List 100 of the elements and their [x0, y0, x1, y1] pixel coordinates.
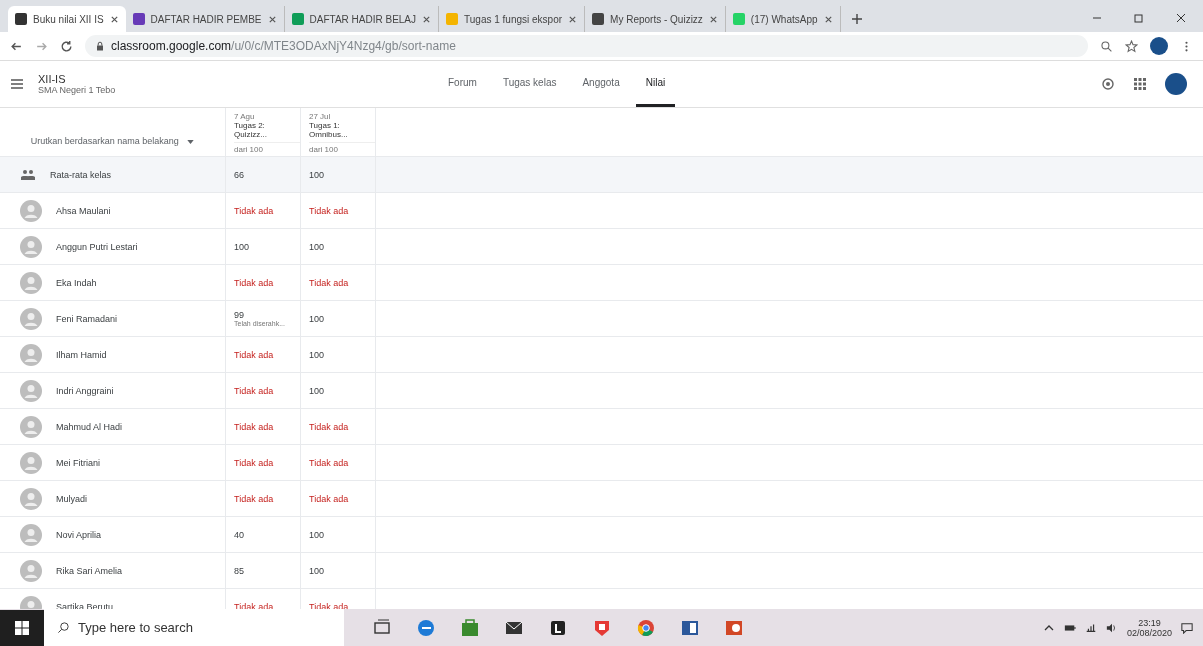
grade-value[interactable]: 85 [234, 565, 300, 576]
assignment-points: dari 100 [234, 142, 300, 154]
student-name[interactable]: Novi Aprilia [56, 529, 102, 540]
browser-tab[interactable]: Buku nilai XII IS [8, 6, 126, 32]
avatar-icon [20, 271, 42, 294]
class-subtitle: SMA Negeri 1 Tebo [38, 85, 117, 95]
nav-tab[interactable]: Forum [438, 61, 487, 107]
people-icon [20, 168, 36, 181]
student-name[interactable]: Anggun Putri Lestari [56, 241, 138, 252]
student-name[interactable]: Mei Fitriani [56, 457, 100, 468]
missing-grade[interactable]: Tidak ada [234, 493, 300, 504]
missing-grade[interactable]: Tidak ada [309, 457, 375, 468]
student-name[interactable]: Indri Anggraini [56, 385, 114, 396]
favicon-icon [15, 13, 27, 25]
avatar-icon [20, 415, 42, 438]
edge-browser-icon[interactable] [416, 617, 436, 638]
student-name[interactable]: Mahmud Al Hadi [56, 421, 123, 432]
browser-tab[interactable]: DAFTAR HADIR PEMBE [125, 6, 285, 32]
speaker-icon[interactable] [1105, 621, 1118, 634]
taskbar-search-field[interactable]: Type here to search [44, 609, 344, 646]
student-name[interactable]: Feni Ramadani [56, 313, 118, 324]
missing-grade[interactable]: Tidak ada [234, 349, 300, 360]
favicon-icon [446, 13, 459, 25]
assignment-title[interactable]: Tugas 2: Quizizz... [234, 121, 284, 139]
missing-grade[interactable]: Tidak ada [234, 457, 300, 468]
clock-date[interactable]: 02/08/2020 [1126, 627, 1172, 638]
missing-grade[interactable]: Tidak ada [234, 277, 300, 288]
student-name[interactable]: Mulyadi [56, 493, 87, 504]
address-bar[interactable]: classroom.google.com/u/0/c/MTE3ODAxNjY4Nzg4/gb/sort-name [85, 35, 1088, 57]
missing-grade[interactable]: Tidak ada [309, 205, 375, 216]
settings-icon[interactable] [1101, 77, 1115, 91]
student-name[interactable]: Rika Sari Amelia [56, 565, 123, 576]
grade-value[interactable]: 40 [234, 529, 300, 540]
missing-grade[interactable]: Tidak ada [234, 205, 300, 216]
close-icon[interactable] [708, 14, 718, 24]
browser-tab[interactable]: DAFTAR HADIR BELAJ [284, 6, 440, 32]
avatar-icon [20, 235, 42, 258]
new-tab-icon[interactable] [850, 13, 863, 25]
grade-value[interactable]: 99 [234, 310, 300, 320]
grade-value[interactable]: 100 [309, 565, 375, 576]
close-icon[interactable] [267, 14, 277, 24]
sort-dropdown[interactable]: Urutkan berdasarkan nama belakang [30, 136, 195, 146]
missing-grade[interactable]: Tidak ada [309, 277, 375, 288]
menu-icon[interactable] [10, 78, 24, 90]
profile-avatar[interactable] [1165, 73, 1187, 95]
favicon-icon [592, 13, 605, 25]
nav-tab[interactable]: Tugas kelas [492, 61, 567, 107]
grade-value[interactable]: 100 [309, 313, 375, 324]
avatar-icon [20, 559, 42, 582]
notification-icon[interactable] [1181, 621, 1193, 634]
browser-tab[interactable]: (17) WhatsApp [725, 6, 841, 32]
close-icon[interactable] [109, 14, 119, 24]
missing-grade[interactable]: Tidak ada [309, 493, 375, 504]
missing-grade[interactable]: Tidak ada [309, 421, 375, 432]
missing-grade[interactable]: Tidak ada [234, 385, 300, 396]
close-icon[interactable] [823, 14, 833, 24]
browser-tab[interactable]: My Reports - Quizizz [585, 6, 726, 32]
avatar-icon [20, 343, 42, 366]
missing-grade[interactable]: Tidak ada [234, 601, 300, 609]
grade-value[interactable]: 100 [309, 349, 375, 360]
nav-tab[interactable]: Anggota [572, 61, 630, 107]
student-name[interactable]: Ahsa Maulani [56, 205, 111, 216]
grade-value[interactable]: 100 [309, 529, 375, 540]
profile-avatar[interactable] [1150, 37, 1168, 55]
favicon-icon [291, 13, 304, 25]
nav-tab[interactable]: Nilai [635, 61, 676, 107]
browser-tab[interactable]: Tugas 1 fungsi ekspor [439, 6, 586, 32]
favicon-icon [732, 13, 745, 25]
class-name: XII-IS [38, 73, 67, 85]
avatar-icon [20, 523, 42, 546]
close-icon[interactable] [1175, 12, 1187, 24]
grade-value[interactable]: 100 [309, 385, 375, 396]
close-icon[interactable] [422, 14, 432, 24]
grade-value[interactable]: 100 [234, 241, 300, 252]
windows-start-icon[interactable] [0, 609, 44, 646]
grade-value[interactable]: 100 [309, 241, 375, 252]
student-name[interactable]: Eka Indah [56, 277, 97, 288]
missing-grade[interactable]: Tidak ada [309, 601, 375, 609]
assignment-date: 7 Agu [234, 112, 256, 121]
maximize-icon[interactable] [1133, 12, 1145, 24]
chrome-icon[interactable] [636, 617, 656, 638]
clock-time[interactable]: 23:19 [1138, 617, 1161, 628]
store-icon[interactable] [460, 617, 480, 638]
favicon-icon [132, 13, 145, 25]
assignment-points: dari 100 [309, 142, 375, 154]
missing-grade[interactable]: Tidak ada [234, 421, 300, 432]
zoom-icon[interactable] [1100, 39, 1113, 53]
caret-icon [187, 139, 195, 144]
avatar-icon [20, 487, 42, 510]
assignment-title[interactable]: Tugas 1: Omnibus... [309, 121, 359, 139]
star-icon[interactable] [1125, 39, 1138, 53]
apps-icon[interactable] [1133, 77, 1147, 91]
student-name[interactable]: Sartika Berutu [56, 601, 114, 609]
student-name[interactable]: Ilham Hamid [56, 349, 107, 360]
close-icon[interactable] [568, 14, 578, 24]
avatar-icon [20, 451, 42, 474]
average-grade: 66 [234, 169, 245, 180]
class-average-label: Rata-rata kelas [50, 169, 112, 180]
reload-icon[interactable] [60, 39, 73, 53]
avatar-icon [20, 379, 42, 402]
